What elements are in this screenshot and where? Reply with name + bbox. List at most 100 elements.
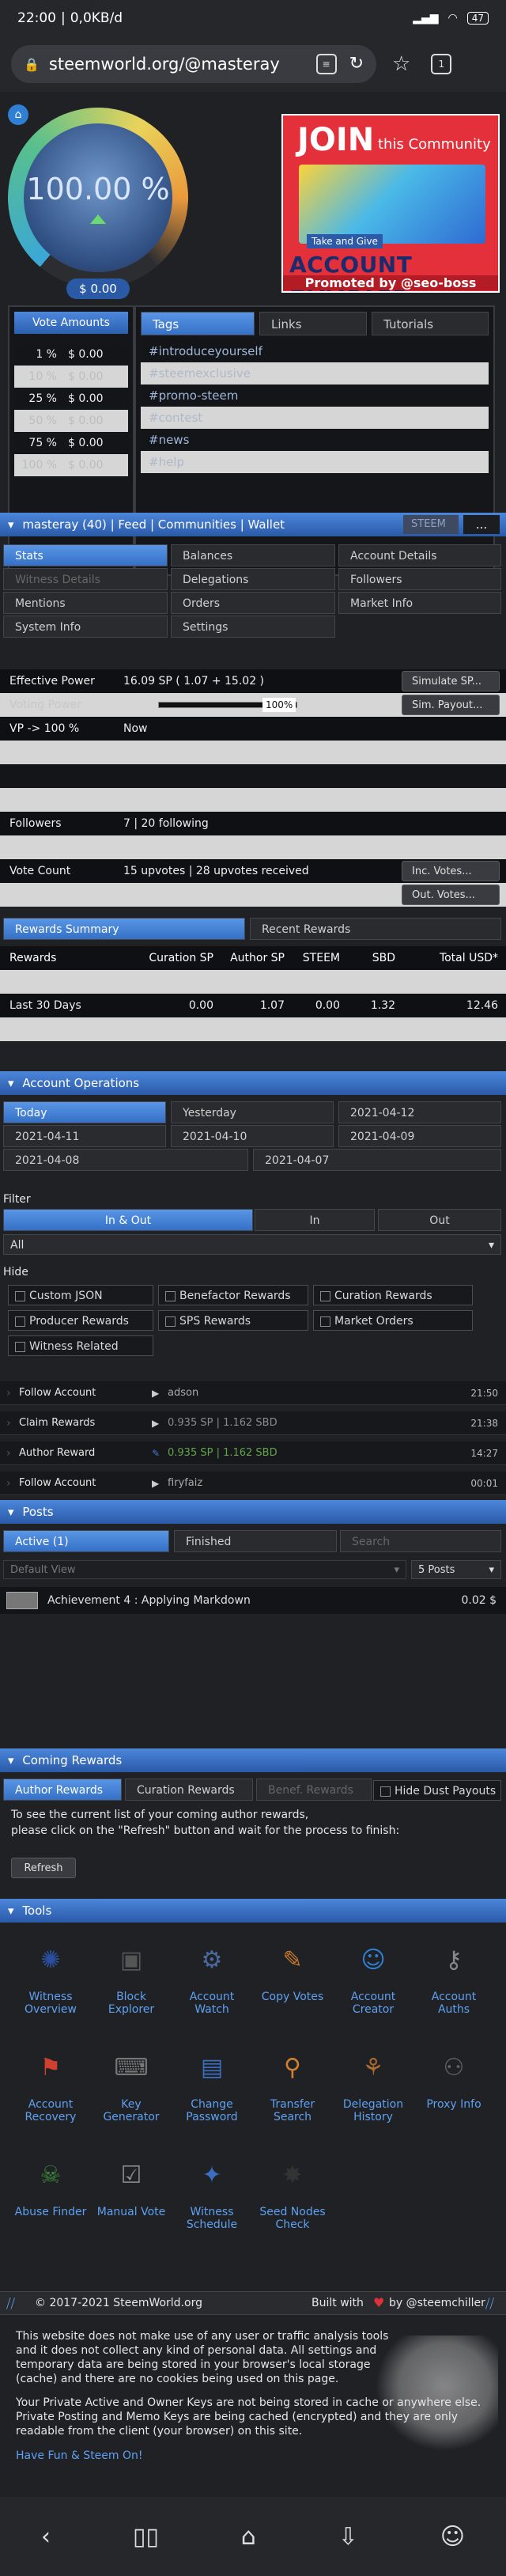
coming-header[interactable]: ▾ Coming Rewards xyxy=(0,1748,506,1772)
posts-count-select[interactable]: 5 Posts ▾ xyxy=(411,1560,501,1579)
inc-votes-button[interactable]: Inc. Votes... xyxy=(402,861,500,881)
reload-icon[interactable]: ↻ xyxy=(349,54,364,74)
star-icon[interactable]: ☆ xyxy=(392,52,410,76)
menu-item[interactable]: Stats xyxy=(3,544,168,566)
tool-account-creator[interactable]: ☺ Account Creator xyxy=(334,1935,413,2017)
ops-date-button[interactable]: 2021-04-11 xyxy=(3,1125,166,1147)
tab-tags[interactable]: Tags xyxy=(141,312,255,335)
tool-block-explorer[interactable]: ▣ Block Explorer xyxy=(92,1935,171,2017)
hide-option-checkbox[interactable]: Curation Rewards xyxy=(313,1285,473,1305)
ops-date-button[interactable]: 2021-04-12 xyxy=(338,1101,501,1123)
tag-link[interactable]: #news xyxy=(141,429,489,451)
menu-item[interactable]: Mentions xyxy=(3,592,168,614)
ops-list-item[interactable]: › Follow Account ▶ adson 21:50 xyxy=(0,1381,506,1405)
tool-key-generator[interactable]: ⌨ Key Generator xyxy=(92,2043,171,2124)
ops-date-button[interactable]: 2021-04-07 xyxy=(253,1149,501,1171)
tool-account-watch[interactable]: ⚙ Account Watch xyxy=(172,1935,251,2017)
tag-link[interactable]: #promo-steem xyxy=(141,385,489,407)
vote-amount-row[interactable]: 50 % $ 0.00 xyxy=(14,410,128,432)
ops-date-button[interactable]: 2021-04-09 xyxy=(338,1125,501,1147)
menu-item[interactable]: Followers xyxy=(338,568,501,590)
account-bar-title[interactable]: masteray (40) | Feed | Communities | Wal… xyxy=(22,517,285,532)
play-icon[interactable]: ✎ xyxy=(152,1441,160,1465)
tool-seed-nodes-check[interactable]: ✸ Seed Nodes Check xyxy=(253,2150,332,2232)
download-icon[interactable]: ⇩ xyxy=(338,2523,358,2551)
menu-item[interactable]: System Info xyxy=(3,616,168,638)
vote-amount-row[interactable]: 10 % $ 0.00 xyxy=(14,366,128,388)
tool-abuse-finder[interactable]: ☠ Abuse Finder xyxy=(11,2150,90,2219)
menu-item[interactable]: Market Info xyxy=(338,592,501,614)
posts-view-select[interactable]: Default View ▾ xyxy=(3,1560,406,1579)
ops-header[interactable]: ▾ Account Operations xyxy=(0,1071,506,1095)
tab-benef-rewards[interactable]: Benef. Rewards xyxy=(256,1779,372,1801)
vote-amounts-header[interactable]: Vote Amounts xyxy=(14,312,128,334)
vote-amount-row[interactable]: 100 % $ 0.00 xyxy=(14,454,128,476)
hide-dust-checkbox[interactable]: Hide Dust Payouts xyxy=(373,1780,501,1801)
ops-type-select[interactable]: All ▾ xyxy=(3,1234,501,1255)
ops-date-button[interactable]: Today xyxy=(3,1101,166,1123)
menu-item[interactable]: Account Details xyxy=(338,544,501,566)
sim-payout-button[interactable]: Sim. Payout... xyxy=(402,695,500,715)
tab-tutorials[interactable]: Tutorials xyxy=(372,312,489,335)
posts-header[interactable]: ▾ Posts xyxy=(0,1500,506,1524)
tool-witness-overview[interactable]: ✺ Witness Overview xyxy=(11,1935,90,2017)
post-item[interactable]: Achievement 4 : Applying Markdown 0.02 $ xyxy=(0,1587,506,1614)
home-nav-icon[interactable]: ⌂ xyxy=(241,2523,256,2551)
tab-active-posts[interactable]: Active (1) xyxy=(3,1530,169,1552)
play-icon[interactable]: ▶ xyxy=(152,1381,159,1405)
play-icon[interactable]: ▶ xyxy=(152,1411,159,1435)
simulate-sp-button[interactable]: Simulate SP... xyxy=(402,671,500,691)
menu-item[interactable]: Settings xyxy=(171,616,335,638)
tool-manual-vote[interactable]: ☑ Manual Vote xyxy=(92,2150,171,2219)
book-icon[interactable]: ▯▯ xyxy=(133,2523,159,2551)
tool-proxy-info[interactable]: ⚇ Proxy Info xyxy=(414,2043,493,2112)
hide-option-checkbox[interactable]: Witness Related xyxy=(8,1335,153,1356)
tool-transfer-search[interactable]: ⚲ Transfer Search xyxy=(253,2043,332,2124)
tag-link[interactable]: #help xyxy=(141,451,489,473)
tabs-button[interactable]: 1 xyxy=(431,54,452,74)
tab-recent-rewards[interactable]: Recent Rewards xyxy=(250,918,501,940)
refresh-button[interactable]: Refresh xyxy=(11,1858,76,1878)
tag-link[interactable]: #contest xyxy=(141,407,489,429)
filter-in-out[interactable]: In & Out xyxy=(3,1209,253,1231)
ops-list-item[interactable]: › Author Reward ✎ 0.935 SP | 1.162 SBD 14:27 xyxy=(0,1441,506,1465)
ad-banner[interactable]: JOIN this Community Take and Give ACCOUN… xyxy=(281,114,500,293)
vote-amount-row[interactable]: 75 % $ 0.00 xyxy=(14,432,128,454)
post-title[interactable]: Achievement 4 : Applying Markdown xyxy=(47,1587,251,1611)
currency-select[interactable]: STEEM xyxy=(403,515,459,534)
back-icon[interactable]: ‹ xyxy=(41,2523,51,2551)
tag-link[interactable]: #introduceyourself xyxy=(141,340,489,362)
ops-date-button[interactable]: Yesterday xyxy=(171,1101,334,1123)
tool-change-password[interactable]: ▤ Change Password xyxy=(172,2043,251,2124)
tag-link[interactable]: #steemexclusive xyxy=(141,362,489,385)
hide-option-checkbox[interactable]: Benefactor Rewards xyxy=(158,1285,308,1305)
menu-item[interactable]: Balances xyxy=(171,544,335,566)
expand-icon[interactable]: › xyxy=(6,1472,11,1495)
tab-rewards-summary[interactable]: Rewards Summary xyxy=(3,918,245,940)
reader-icon[interactable]: ≡ xyxy=(315,54,337,74)
ops-list-item[interactable]: › Follow Account ▶ firyfaiz 00:01 xyxy=(0,1472,506,1495)
hide-option-checkbox[interactable]: Market Orders xyxy=(313,1310,473,1331)
profile-icon[interactable]: ☺ xyxy=(440,2523,465,2551)
filter-in[interactable]: In xyxy=(255,1209,375,1231)
tools-header[interactable]: ▾ Tools xyxy=(0,1899,506,1923)
menu-item[interactable]: Witness Details xyxy=(3,568,168,590)
tab-links[interactable]: Links xyxy=(259,312,368,335)
tool-account-auths[interactable]: ⚷ Account Auths xyxy=(414,1935,493,2017)
tool-account-recovery[interactable]: ⚑ Account Recovery xyxy=(11,2043,90,2124)
address-bar[interactable]: 🔒 steemworld.org/@masteray ≡ ↻ xyxy=(11,45,376,83)
play-icon[interactable]: ▶ xyxy=(152,1472,159,1495)
hide-option-checkbox[interactable]: SPS Rewards xyxy=(158,1310,308,1331)
vote-amount-row[interactable]: 25 % $ 0.00 xyxy=(14,388,128,410)
hide-option-checkbox[interactable]: Custom JSON xyxy=(8,1285,153,1305)
menu-item[interactable]: Delegations xyxy=(171,568,335,590)
filter-out[interactable]: Out xyxy=(378,1209,501,1231)
ops-date-button[interactable]: 2021-04-08 xyxy=(3,1149,248,1171)
ops-list-item[interactable]: › Claim Rewards ▶ 0.935 SP | 1.162 SBD 21:38 xyxy=(0,1411,506,1435)
posts-search-input[interactable]: Search xyxy=(340,1530,501,1552)
tab-author-rewards[interactable]: Author Rewards xyxy=(3,1779,122,1801)
tool-delegation-history[interactable]: ⚘ Delegation History xyxy=(334,2043,413,2124)
expand-icon[interactable]: › xyxy=(6,1381,11,1405)
home-icon[interactable]: ⌂ xyxy=(8,104,28,125)
tool-witness-schedule[interactable]: ✦ Witness Schedule xyxy=(172,2150,251,2232)
